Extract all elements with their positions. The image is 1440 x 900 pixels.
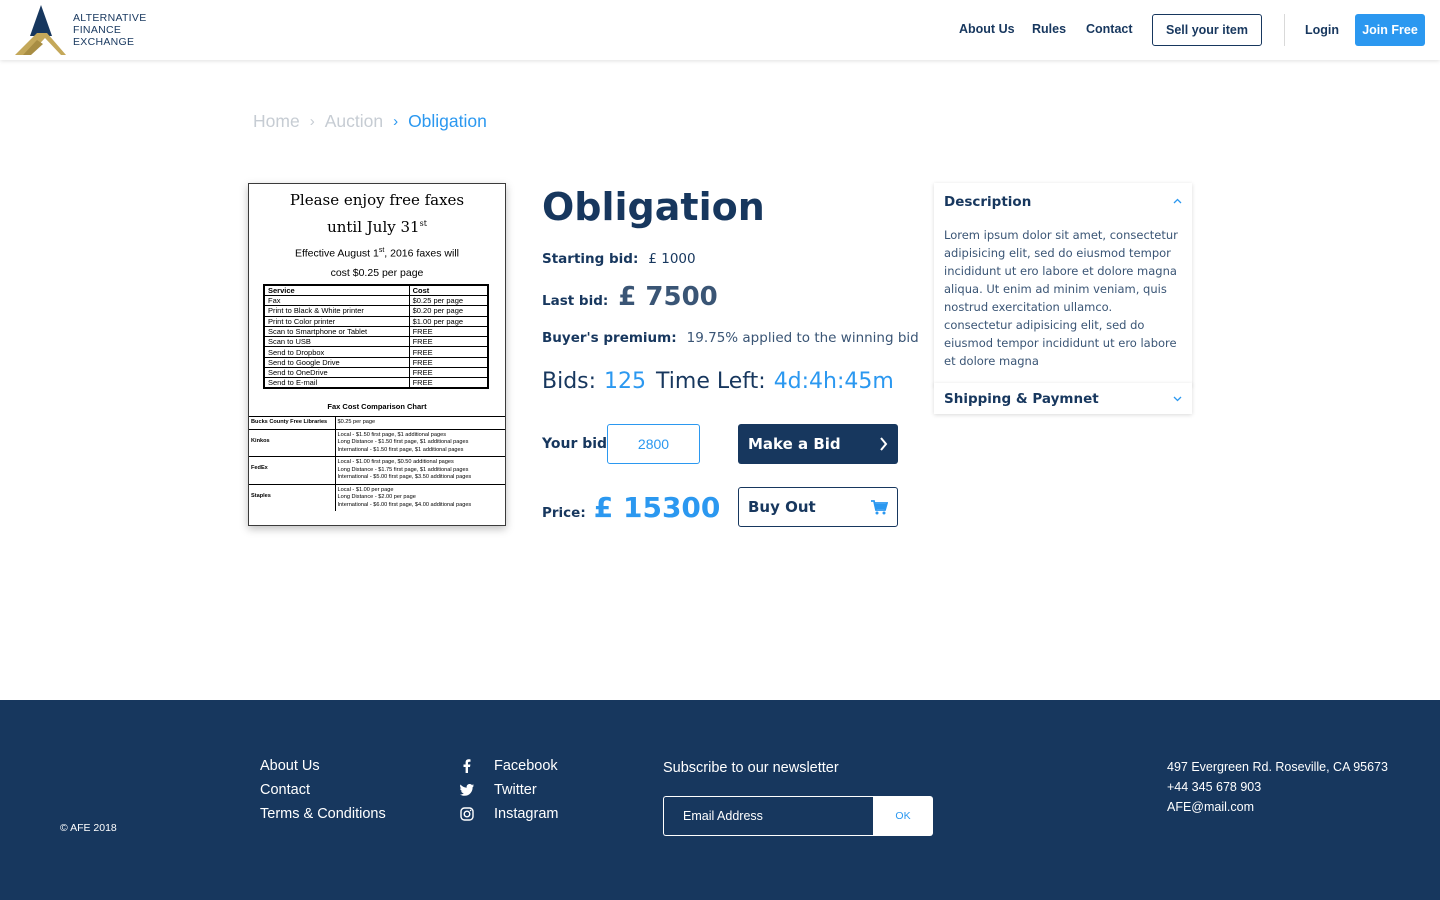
buyers-premium-label: Buyer's premium:: [542, 330, 677, 346]
image-subheading: Effective August 1st, 2016 faxes will co…: [294, 247, 460, 279]
starting-bid-label: Starting bid:: [542, 251, 639, 267]
comparison-row: Staples Local - $1.00 per page Long Distan…: [249, 483, 505, 511]
comparison-row: Bucks County Free Libraries $0.25 per pag…: [249, 416, 505, 429]
fax-table-row: Send to E-mail FREE: [263, 377, 489, 389]
footer-about-us[interactable]: About Us: [260, 758, 320, 774]
nav-divider: [1284, 14, 1285, 46]
time-left-value: 4d:4h:45m: [773, 369, 894, 394]
image-heading: Please enjoy free faxes until July 31st: [289, 191, 465, 236]
buyers-premium-value: 19.75% applied to the winning bid: [686, 330, 919, 346]
buy-out-label: Buy Out: [748, 498, 816, 516]
fax-service-table: Service Cost Fax $0.25 per page Print to B…: [263, 284, 489, 390]
join-free-button[interactable]: Join Free: [1355, 14, 1425, 46]
contact-phone[interactable]: +44 345 678 903: [1167, 780, 1261, 794]
breadcrumb-current: Obligation: [408, 111, 487, 131]
make-bid-label: Make a Bid: [748, 435, 841, 453]
bids-count: 125: [604, 369, 647, 394]
your-bid-row: Your bid:: [542, 436, 613, 452]
bids-time-row: Bids: 125 Time Left: 4d:4h:45m: [542, 369, 894, 394]
breadcrumb-auction[interactable]: Auction: [325, 111, 383, 132]
your-bid-label: Your bid:: [542, 436, 613, 452]
product-image[interactable]: Please enjoy free faxes until July 31st …: [248, 183, 506, 526]
footer-contact[interactable]: Contact: [260, 782, 310, 798]
bids-label: Bids:: [542, 369, 597, 394]
shipping-panel: Shipping & Paymnet: [934, 383, 1192, 414]
newsletter-email-input[interactable]: [663, 796, 873, 836]
newsletter-ok-button[interactable]: OK: [873, 796, 933, 836]
comparison-row: FedEx Local - $1.00 first page, $0.50 add…: [249, 456, 505, 484]
social-instagram[interactable]: Instagram: [460, 806, 558, 822]
fax-table-row: Send to OneDrive FREE: [263, 367, 489, 379]
price-label: Price:: [542, 505, 586, 521]
facebook-icon: [460, 759, 474, 773]
sell-item-button[interactable]: Sell your item: [1152, 14, 1262, 46]
chevron-right-icon: ›: [393, 113, 399, 130]
comparison-table: Bucks County Free Libraries $0.25 per pag…: [249, 416, 505, 511]
nav-contact[interactable]: Contact: [1086, 22, 1133, 36]
contact-email[interactable]: AFE@mail.com: [1167, 800, 1254, 814]
description-text: Lorem ipsum dolor sit amet, consectetur …: [944, 228, 1178, 368]
chevron-right-icon: [880, 437, 888, 451]
starting-bid-value: £ 1000: [648, 251, 696, 267]
newsletter-title: Subscribe to our newsletter: [663, 760, 839, 776]
breadcrumb-home[interactable]: Home: [253, 111, 300, 132]
brand-logo[interactable]: ALTERNATIVE FINANCE EXCHANGE: [15, 4, 155, 56]
bid-amount-input[interactable]: [607, 424, 700, 464]
chevron-up-icon: [1173, 198, 1182, 204]
fax-table-row: Send to Google Drive FREE: [263, 356, 489, 369]
comparison-title: Fax Cost Comparison Chart: [327, 402, 427, 411]
fax-table-row: Scan to Smartphone or Tablet FREE: [263, 325, 489, 338]
breadcrumb: Home › Auction › Obligation: [253, 111, 487, 132]
site-header: ALTERNATIVE FINANCE EXCHANGE About Us Ru…: [0, 0, 1440, 60]
fax-table-row: Print to Color printer $1.00 per page: [263, 315, 489, 327]
brand-name: ALTERNATIVE FINANCE EXCHANGE: [73, 12, 147, 48]
cart-icon: [871, 500, 888, 515]
description-header[interactable]: Description: [934, 183, 1192, 219]
site-footer: © AFE 2018 About Us Contact Terms & Cond…: [0, 700, 1440, 900]
logo-mark-icon: [15, 5, 66, 55]
comparison-row: Kinkos Local - $1.50 first page, $1 addit…: [249, 428, 505, 457]
description-panel: Description Lorem ipsum dolor sit amet, …: [934, 183, 1192, 386]
last-bid-row: Last bid: £ 7500: [542, 282, 718, 312]
shipping-header[interactable]: Shipping & Paymnet: [934, 383, 1192, 414]
fax-table-row: Print to Black & White printer $0.20 per …: [263, 305, 489, 317]
login-link[interactable]: Login: [1305, 23, 1339, 37]
copyright: © AFE 2018: [60, 822, 117, 834]
footer-terms[interactable]: Terms & Conditions: [260, 806, 386, 822]
fax-table-row: Fax $0.25 per page: [263, 294, 489, 307]
product-title: Obligation: [542, 185, 765, 229]
twitter-icon: [460, 783, 474, 797]
social-twitter[interactable]: Twitter: [460, 782, 537, 798]
chevron-right-icon: ›: [309, 113, 315, 130]
description-title: Description: [944, 194, 1032, 210]
buyers-premium-row: Buyer's premium: 19.75% applied to the w…: [542, 330, 919, 346]
buy-out-button[interactable]: Buy Out: [738, 487, 898, 527]
fax-table-row: Send to Dropbox FREE: [263, 346, 489, 358]
shipping-title: Shipping & Paymnet: [944, 391, 1099, 407]
chevron-down-icon: [1173, 396, 1182, 402]
social-facebook[interactable]: Facebook: [460, 758, 558, 774]
make-bid-button[interactable]: Make a Bid: [738, 424, 898, 464]
contact-address: 497 Evergreen Rd. Roseville, CA 95673: [1167, 760, 1388, 774]
price-row: Price: £ 15300: [542, 491, 720, 524]
fax-table-row: Scan to USB FREE: [263, 336, 489, 348]
nav-rules[interactable]: Rules: [1032, 22, 1066, 36]
last-bid-value: £ 7500: [618, 282, 718, 312]
nav-about-us[interactable]: About Us: [959, 22, 1015, 36]
time-left-label: Time Left:: [656, 369, 766, 394]
starting-bid-row: Starting bid: £ 1000: [542, 251, 696, 267]
price-value: £ 15300: [593, 491, 721, 524]
last-bid-label: Last bid:: [542, 293, 609, 309]
instagram-icon: [460, 807, 474, 821]
